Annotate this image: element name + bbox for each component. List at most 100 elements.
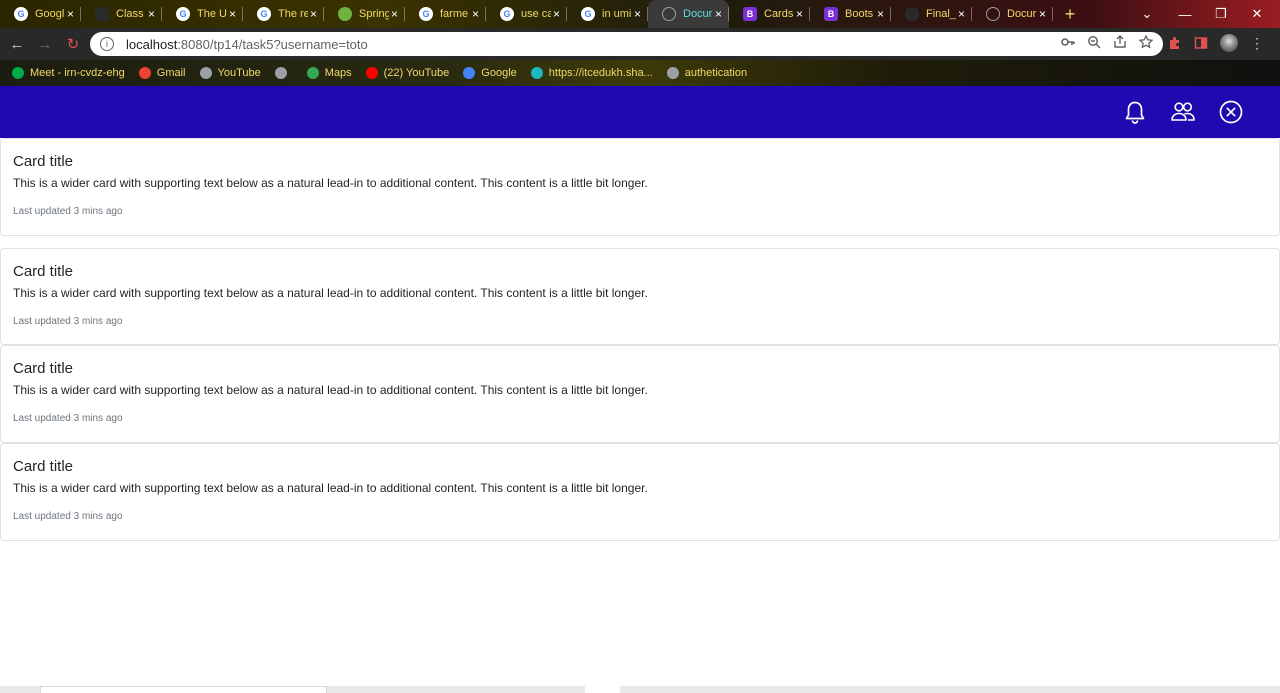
tab-close-icon[interactable]: × bbox=[67, 7, 74, 21]
tab-close-icon[interactable]: × bbox=[877, 7, 884, 21]
bookmark-item[interactable]: Maps bbox=[306, 67, 352, 79]
browser-tab[interactable]: B Boots × bbox=[810, 0, 891, 28]
address-bar[interactable]: i localhost:8080/tp14/task5?username=tot… bbox=[90, 32, 1163, 56]
tab-close-icon[interactable]: × bbox=[958, 7, 965, 21]
tab-title: Docur bbox=[1007, 8, 1037, 20]
site-info-icon[interactable]: i bbox=[100, 37, 114, 51]
card-title: Card title bbox=[13, 153, 74, 170]
tab-title: Final_ bbox=[926, 8, 956, 20]
card-last-updated: Last updated 3 mins ago bbox=[13, 316, 123, 327]
more-menu-icon[interactable]: ⋮ bbox=[1250, 36, 1264, 50]
bookmark-item[interactable]: https://itcedukh.sha... bbox=[530, 67, 653, 79]
bootstrap-icon: B bbox=[743, 7, 757, 21]
side-panel-icon[interactable] bbox=[1194, 36, 1208, 50]
taskbar-search-box[interactable] bbox=[40, 686, 327, 693]
bookmark-star-icon[interactable] bbox=[1139, 35, 1153, 49]
google-icon: G bbox=[176, 7, 190, 21]
card: Card title This is a wider card with sup… bbox=[0, 138, 1280, 236]
github-icon bbox=[905, 7, 919, 21]
browser-tab[interactable]: B Cards × bbox=[729, 0, 810, 28]
os-taskbar bbox=[0, 686, 1280, 693]
browser-tab[interactable]: Docur × bbox=[972, 0, 1053, 28]
tab-close-icon[interactable]: × bbox=[472, 7, 479, 21]
tab-close-icon[interactable]: × bbox=[391, 7, 398, 21]
bookmark-favicon-icon bbox=[274, 67, 287, 79]
bookmark-label: (22) YouTube bbox=[383, 67, 450, 79]
tab-close-icon[interactable]: × bbox=[229, 7, 236, 21]
tab-close-icon[interactable]: × bbox=[310, 7, 317, 21]
zoom-icon[interactable] bbox=[1087, 35, 1101, 49]
browser-tab[interactable]: Spring × bbox=[324, 0, 405, 28]
bookmark-label: Meet - irn-cvdz-ehg bbox=[30, 67, 125, 79]
share-icon[interactable] bbox=[1113, 35, 1127, 49]
tab-title: farme bbox=[440, 8, 469, 20]
tab-title: Docur bbox=[683, 8, 713, 20]
browser-tab[interactable]: G The re × bbox=[243, 0, 324, 28]
globe-icon bbox=[662, 7, 676, 21]
google-icon: G bbox=[500, 7, 514, 21]
tab-close-icon[interactable]: × bbox=[1039, 7, 1046, 21]
bookmark-label: Maps bbox=[324, 67, 352, 79]
browser-tab[interactable]: Class × bbox=[81, 0, 162, 28]
tab-title: The U bbox=[197, 8, 227, 20]
bookmark-favicon-icon bbox=[199, 67, 212, 79]
browser-tab[interactable]: G The U × bbox=[162, 0, 243, 28]
key-icon[interactable] bbox=[1061, 35, 1075, 49]
bookmark-label: https://itcedukh.sha... bbox=[548, 67, 653, 79]
browser-tab[interactable]: G Googl × bbox=[0, 0, 81, 28]
tab-close-icon[interactable]: × bbox=[715, 7, 722, 21]
google-icon: G bbox=[419, 7, 433, 21]
browser-tab[interactable]: Guse ca × bbox=[486, 0, 567, 28]
bookmark-item[interactable] bbox=[274, 67, 293, 79]
card: Card title This is a wider card with sup… bbox=[0, 443, 1280, 541]
taskbar-app-button[interactable] bbox=[585, 686, 620, 693]
bookmark-favicon-icon bbox=[530, 67, 543, 79]
bookmark-label: Gmail bbox=[156, 67, 186, 79]
card-text: This is a wider card with supporting tex… bbox=[13, 176, 648, 190]
tab-title: Class bbox=[116, 8, 144, 20]
bookmark-item[interactable]: YouTube bbox=[199, 67, 261, 79]
back-button[interactable]: ← bbox=[4, 31, 30, 57]
browser-tab[interactable]: Gfarme × bbox=[405, 0, 486, 28]
google-icon: G bbox=[14, 7, 28, 21]
url-path: :8080/tp14/task5?username=toto bbox=[177, 36, 368, 52]
tab-close-icon[interactable]: × bbox=[553, 7, 560, 21]
tab-title: Boots bbox=[845, 8, 874, 20]
bookmark-item[interactable]: Google bbox=[463, 67, 517, 79]
tab-close-icon[interactable]: × bbox=[796, 7, 803, 21]
tab-title: The re bbox=[278, 8, 308, 20]
card: Card title This is a wider card with sup… bbox=[0, 345, 1280, 443]
bell-icon[interactable] bbox=[1122, 99, 1148, 125]
tab-close-icon[interactable]: × bbox=[148, 7, 155, 21]
tab-close-icon[interactable]: × bbox=[634, 7, 641, 21]
bookmark-item[interactable]: Meet - irn-cvdz-ehg bbox=[12, 67, 125, 79]
tab-list: G Googl × Class × G The U × G The re × Spring × Gfarm… bbox=[0, 0, 1053, 28]
bookmark-favicon-icon bbox=[365, 67, 378, 79]
bookmark-favicon-icon bbox=[12, 67, 24, 79]
tab-title: use ca bbox=[521, 8, 551, 20]
card: Card title This is a wider card with sup… bbox=[0, 248, 1280, 345]
extensions-icon[interactable] bbox=[1168, 36, 1182, 50]
close-circle-icon[interactable] bbox=[1218, 99, 1244, 125]
forward-button[interactable]: → bbox=[32, 31, 58, 57]
bookmark-item[interactable]: Gmail bbox=[138, 67, 186, 79]
people-icon[interactable] bbox=[1170, 99, 1196, 125]
card-title: Card title bbox=[13, 360, 74, 377]
bookmark-item[interactable]: (22) YouTube bbox=[365, 67, 450, 79]
bookmark-label: authetication bbox=[684, 67, 748, 79]
card-last-updated: Last updated 3 mins ago bbox=[13, 413, 123, 424]
browser-tab[interactable]: Final_ × bbox=[891, 0, 972, 28]
reload-button[interactable]: ↻ bbox=[60, 31, 86, 57]
card-last-updated: Last updated 3 mins ago bbox=[13, 511, 123, 522]
new-tab-button[interactable]: + bbox=[1053, 4, 1087, 25]
bookmark-favicon-icon bbox=[138, 67, 151, 79]
tab-title: Cards bbox=[764, 8, 794, 20]
browser-tab[interactable]: Gin umi × bbox=[567, 0, 648, 28]
card-last-updated: Last updated 3 mins ago bbox=[13, 206, 123, 217]
browser-tab-strip: G Googl × Class × G The U × G The re × Spring × Gfarm… bbox=[0, 0, 1280, 28]
globe-icon bbox=[986, 7, 1000, 21]
profile-avatar[interactable] bbox=[1220, 34, 1238, 52]
close-window-button[interactable]: ✕ bbox=[1234, 0, 1280, 28]
bookmark-item[interactable]: authetication bbox=[666, 67, 748, 79]
browser-tab[interactable]: Docur × bbox=[648, 0, 729, 28]
